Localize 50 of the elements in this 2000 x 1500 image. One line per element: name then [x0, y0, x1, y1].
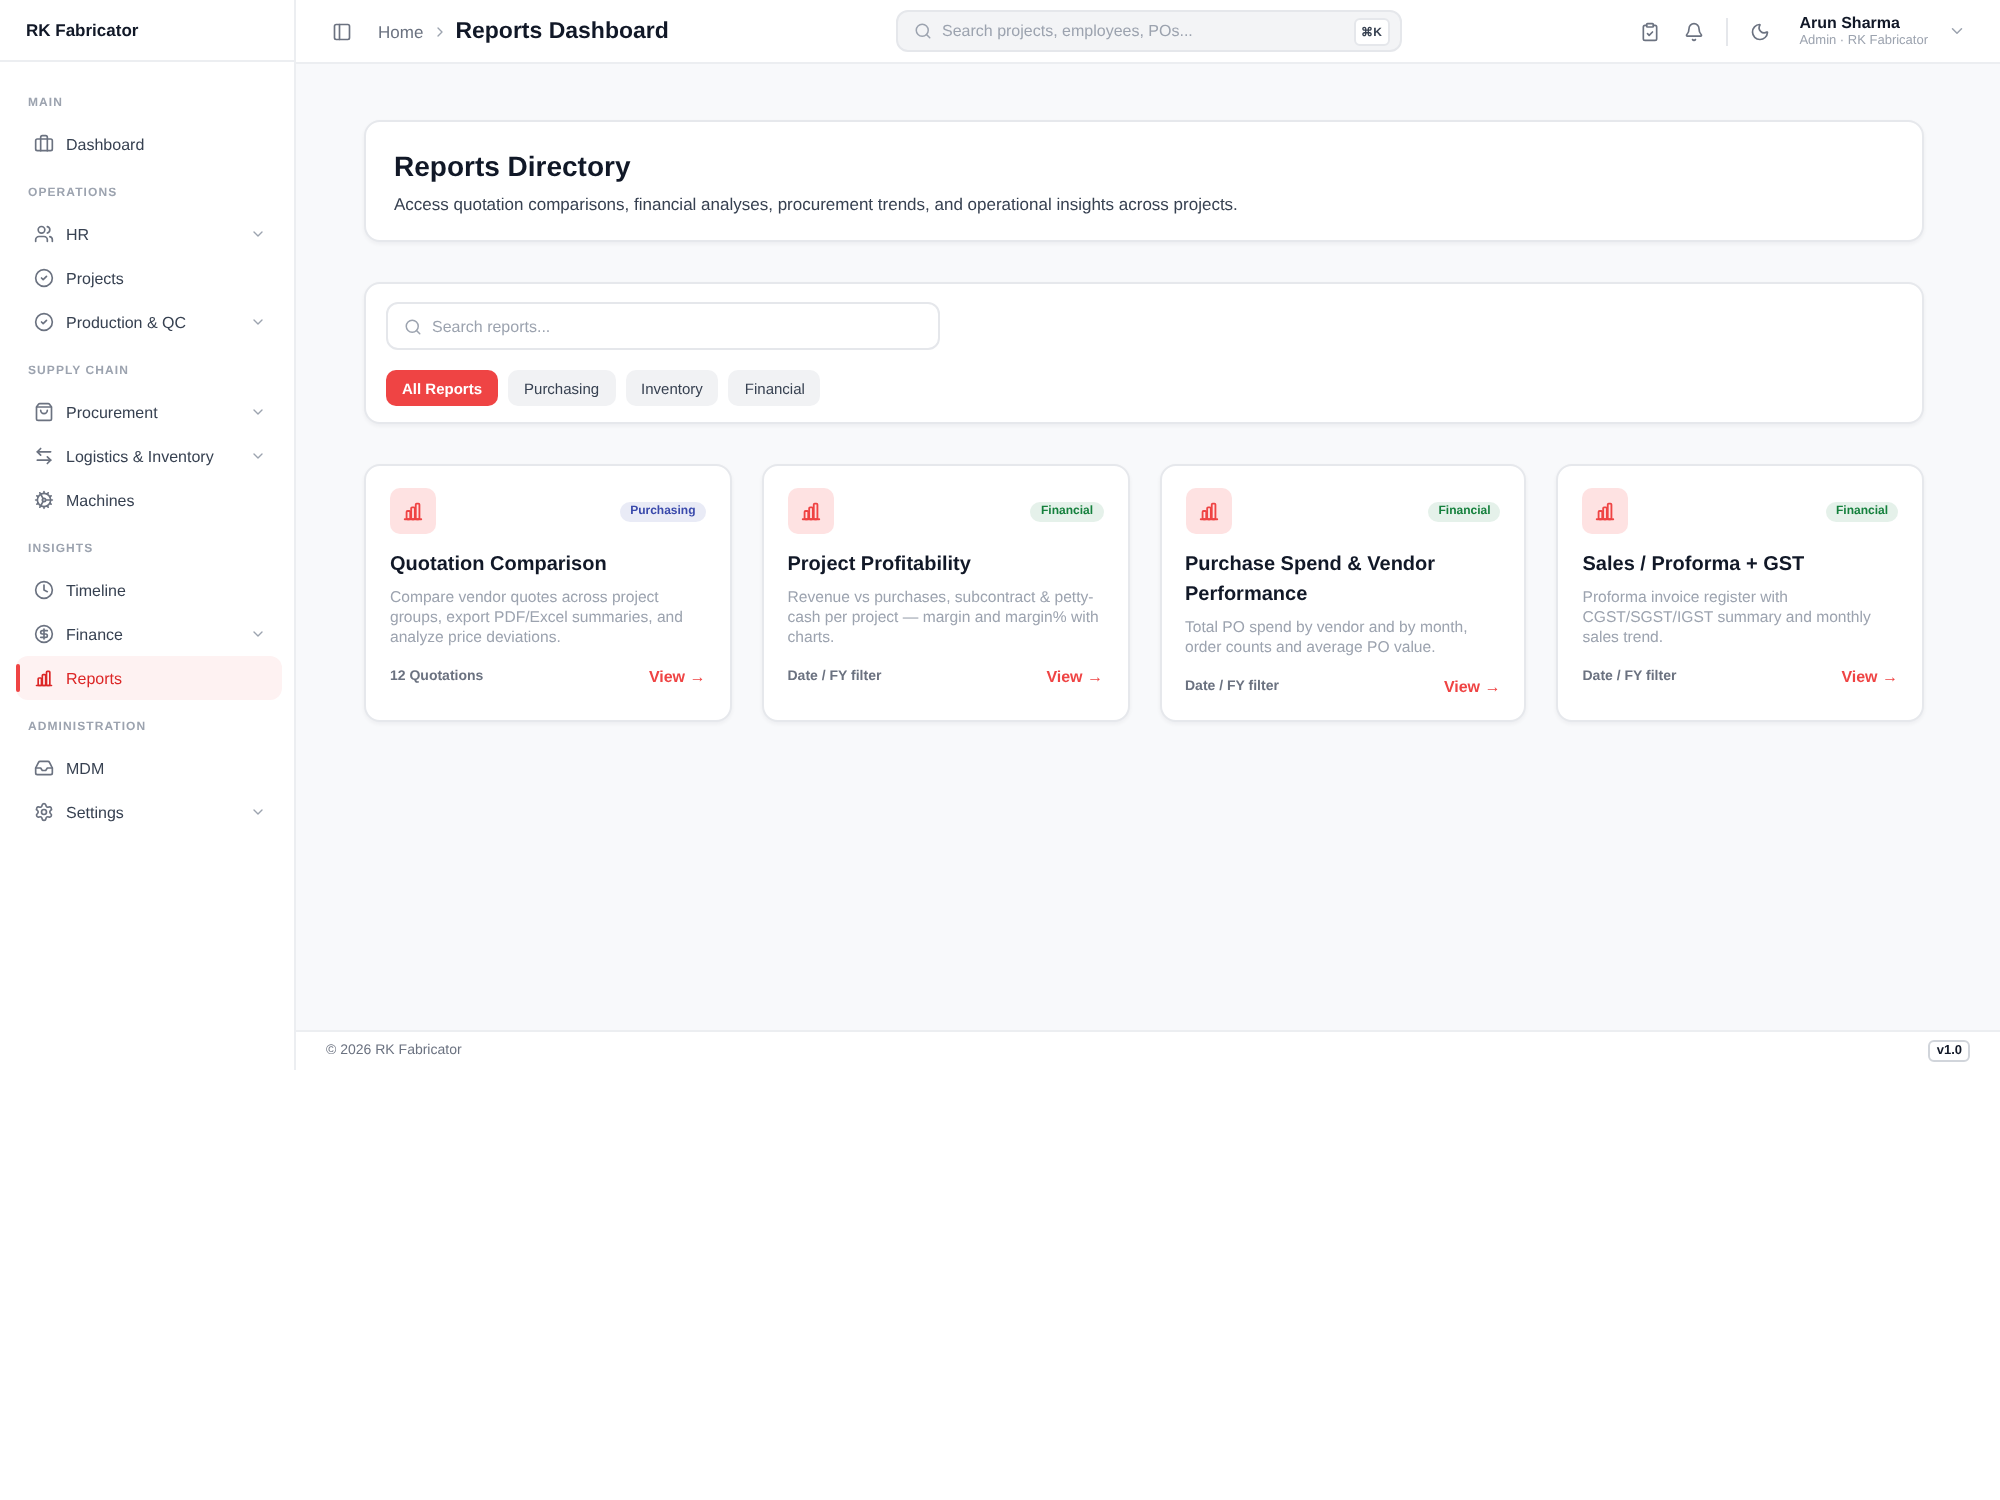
nav-item[interactable]: HR [16, 212, 282, 256]
chevron-down-icon[interactable] [1948, 22, 1966, 40]
view-link[interactable]: View → [1443, 678, 1501, 696]
report-title: Sales / Proforma + GST [1582, 552, 1807, 580]
nav-item[interactable]: Dashboard [16, 122, 282, 166]
nav-item[interactable]: Finance [16, 612, 282, 656]
nav-item[interactable]: Settings [16, 790, 282, 834]
view-link[interactable]: View → [1046, 668, 1103, 686]
breadcrumb-link[interactable]: Home [378, 21, 424, 41]
nav-item[interactable]: Reports [16, 656, 282, 700]
moon-icon[interactable] [1749, 21, 1770, 41]
clock-icon [34, 580, 54, 600]
section-description: Access quotation comparisons, financial analyses, procurement trends, and operational insights across projects. [394, 194, 1238, 216]
page-title: Reports Dashboard [455, 19, 669, 43]
settings-icon [34, 802, 54, 822]
nav-item[interactable]: Procurement [16, 390, 282, 434]
nav-item[interactable]: Timeline [16, 568, 282, 612]
search-icon [914, 22, 932, 40]
check-circle-icon [34, 268, 54, 288]
dollar-circle-icon [34, 624, 54, 644]
view-link[interactable]: View → [648, 668, 706, 686]
report-title: Project Profitability [787, 552, 973, 580]
cog-icon [34, 490, 54, 510]
inbox-icon [34, 758, 54, 778]
notifications-icon[interactable] [1683, 21, 1704, 41]
nav-item[interactable]: Machines [16, 478, 282, 522]
clipboard-check-icon[interactable] [1639, 21, 1660, 41]
bar-chart-icon [787, 488, 834, 534]
users-icon [34, 224, 54, 244]
shopping-bag-icon [34, 402, 54, 422]
nav-item[interactable]: Production & QC [16, 300, 282, 344]
bar-chart-icon [34, 668, 54, 688]
bar-chart-icon [390, 488, 436, 534]
report-title: Purchase Spend & Vendor Performance [1185, 552, 1438, 610]
nav-item[interactable]: Logistics & Inventory [16, 434, 282, 478]
bar-chart-icon [1582, 488, 1629, 534]
user-name: Arun Sharma [1799, 13, 1902, 33]
sidebar-toggle-icon[interactable] [332, 21, 352, 41]
view-link[interactable]: View → [1841, 668, 1898, 686]
swap-arrows-icon [34, 446, 54, 466]
check-circle-icon [34, 312, 54, 332]
brand-name: RK Fabricator [0, 0, 294, 62]
report-title: Quotation Comparison [390, 552, 609, 580]
search-icon [404, 317, 422, 335]
nav-item[interactable]: MDM [16, 746, 282, 790]
nav-item[interactable]: Projects [16, 256, 282, 300]
section-title: Reports Directory [394, 150, 631, 184]
search-field[interactable]: Search reports... [386, 302, 940, 350]
bar-chart-icon [1185, 488, 1231, 534]
briefcase-icon [34, 134, 54, 154]
